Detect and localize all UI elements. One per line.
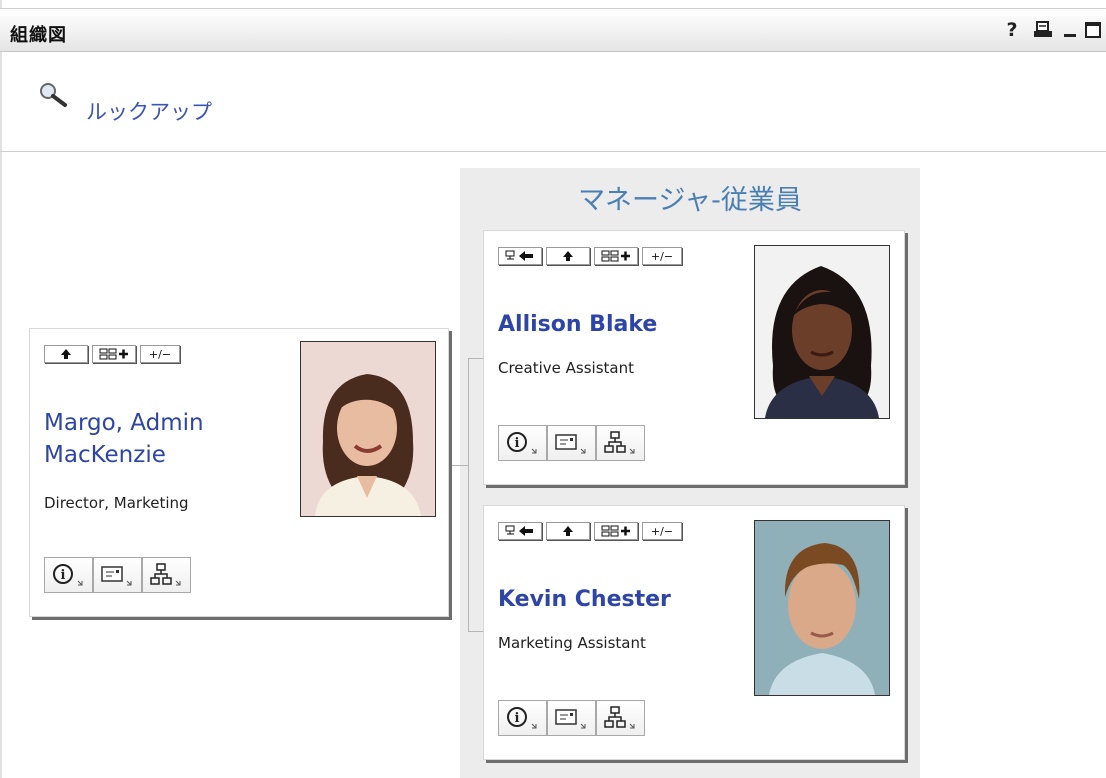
plus-minus-button[interactable]: +/− — [140, 345, 180, 363]
info-icon[interactable]: i — [498, 425, 547, 461]
up-arrow-icon[interactable] — [546, 247, 590, 265]
svg-text:i: i — [514, 711, 519, 726]
manager-name-line2[interactable]: MacKenzie — [44, 439, 166, 471]
plus-minus-button[interactable]: +/− — [642, 247, 682, 265]
lookup-row: ルックアップ — [0, 51, 1106, 152]
lookup-link[interactable]: ルックアップ — [86, 96, 212, 126]
card-toolbar: +/− — [44, 345, 180, 363]
help-button[interactable]: ? — [1002, 19, 1022, 43]
portlet-title-bar: 組織図 ? — [0, 8, 1106, 52]
info-icon[interactable]: i — [498, 700, 547, 736]
printer-icon[interactable] — [1032, 19, 1054, 43]
org-chart-icon[interactable] — [142, 557, 191, 593]
email-icon[interactable] — [93, 557, 142, 593]
card-actions: i — [44, 557, 191, 593]
expand-org-icon[interactable] — [594, 247, 638, 265]
card-actions: i — [498, 700, 645, 736]
info-icon[interactable]: i — [44, 557, 93, 593]
employee-photo — [754, 520, 890, 696]
employee-photo — [754, 245, 890, 419]
portlet-title: 組織図 — [10, 25, 67, 46]
card-actions: i — [498, 425, 645, 461]
panel-title: マネージャ-従業員 — [578, 185, 802, 216]
employee-card: +/− Allison Blake Creative Assistant i — [483, 230, 905, 485]
manager-name-line1[interactable]: Margo, Admin — [44, 407, 204, 439]
set-root-icon[interactable] — [498, 522, 542, 540]
maximize-icon[interactable] — [1084, 19, 1102, 43]
connector-line — [468, 358, 469, 632]
expand-org-icon[interactable] — [594, 522, 638, 540]
connector-line — [449, 465, 469, 466]
set-root-icon[interactable] — [498, 247, 542, 265]
minimize-icon[interactable] — [1062, 19, 1078, 43]
card-toolbar: +/− — [498, 522, 682, 540]
magnifier-icon[interactable] — [38, 81, 72, 109]
up-arrow-icon[interactable] — [546, 522, 590, 540]
connector-line — [468, 631, 484, 632]
employee-name[interactable]: Allison Blake — [498, 309, 657, 341]
svg-text:i: i — [514, 436, 519, 451]
up-arrow-icon[interactable] — [44, 345, 88, 363]
plus-minus-button[interactable]: +/− — [642, 522, 682, 540]
org-chart-icon[interactable] — [596, 700, 645, 736]
connector-line — [468, 358, 484, 359]
employee-role: Creative Assistant — [498, 359, 634, 377]
employee-role: Marketing Assistant — [498, 634, 646, 652]
email-icon[interactable] — [547, 700, 596, 736]
manager-card: +/− Margo, Admin MacKenzie Director, Mar… — [29, 328, 449, 617]
employee-name[interactable]: Kevin Chester — [498, 584, 671, 616]
svg-text:i: i — [60, 568, 65, 583]
card-toolbar: +/− — [498, 247, 682, 265]
expand-org-icon[interactable] — [92, 345, 136, 363]
employee-card: +/− Kevin Chester Marketing Assistant i — [483, 505, 905, 760]
email-icon[interactable] — [547, 425, 596, 461]
org-chart-icon[interactable] — [596, 425, 645, 461]
manager-role: Director, Marketing — [44, 494, 189, 512]
manager-photo — [300, 341, 436, 517]
